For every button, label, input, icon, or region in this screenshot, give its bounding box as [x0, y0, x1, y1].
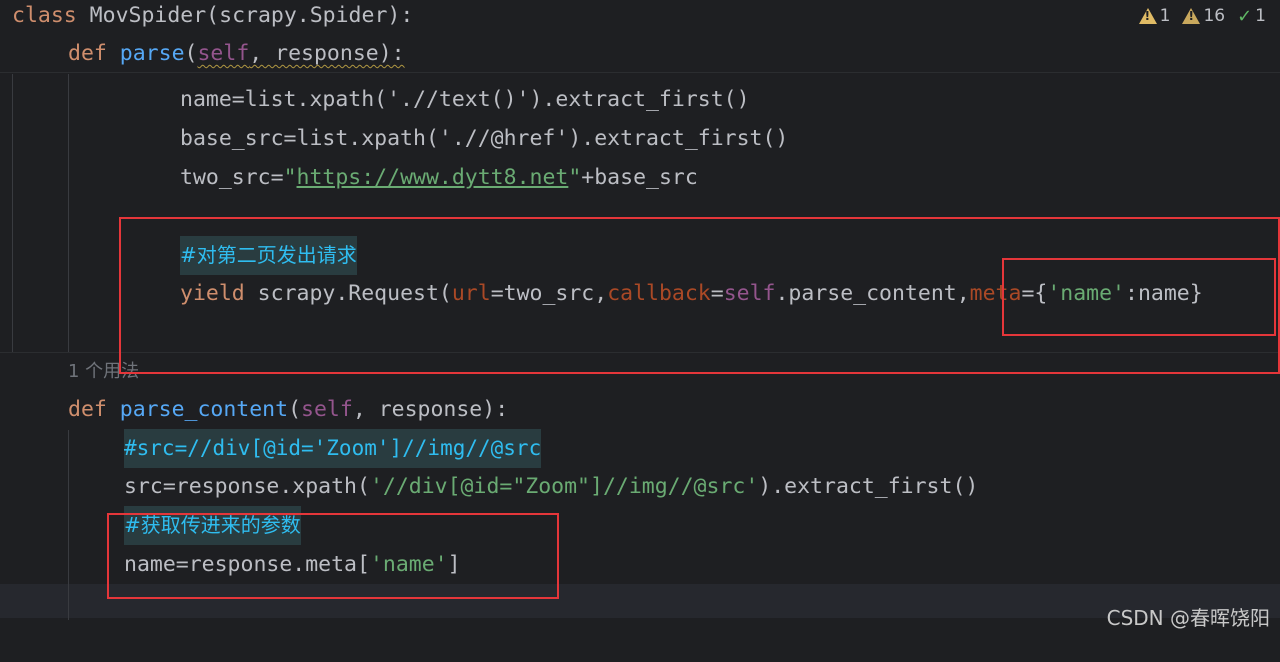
- code-line[interactable]: yield scrapy.Request(url=two_src,callbac…: [0, 274, 1203, 313]
- code-line[interactable]: name=list.xpath('.//text()').extract_fir…: [0, 80, 750, 119]
- keyword: def: [68, 41, 107, 66]
- keyword: class: [12, 3, 77, 28]
- warnings-indicator[interactable]: 1: [1138, 6, 1171, 26]
- code-line[interactable]: name=response.meta['name']: [0, 545, 461, 584]
- typos-indicator[interactable]: ✓ 1: [1237, 6, 1266, 27]
- code-text: ).extract_first(): [758, 474, 979, 499]
- code-text: (: [288, 397, 302, 422]
- self-param: self: [301, 397, 353, 422]
- string-quote: ": [283, 165, 297, 190]
- url-link[interactable]: https://www.dytt8.net: [297, 165, 569, 190]
- code-text: +base_src: [581, 165, 698, 190]
- keyword: def: [68, 397, 107, 422]
- code-line[interactable]: base_src=list.xpath('.//@href').extract_…: [0, 119, 788, 158]
- function-name: parse_content: [119, 397, 289, 422]
- indent-guide: [68, 74, 69, 352]
- code-line[interactable]: def parse(self, response):: [0, 34, 405, 73]
- inspection-widget[interactable]: 1 16 ✓ 1: [1138, 2, 1266, 30]
- code-text: name=list.xpath('.//text()').extract_fir…: [180, 87, 750, 112]
- code-text: (: [184, 41, 198, 66]
- weak-warning-icon: [1182, 8, 1201, 24]
- code-line[interactable]: #获取传进来的参数: [0, 506, 301, 545]
- weak-warnings-indicator[interactable]: 16: [1182, 6, 1225, 26]
- warning-icon: [1138, 8, 1157, 24]
- typos-count: 1: [1255, 6, 1266, 26]
- string-quote: ": [568, 165, 582, 190]
- code-text: src=response.xpath(: [124, 474, 370, 499]
- code-text: MovSpider(scrapy.Spider):: [76, 3, 414, 28]
- code-line[interactable]: class MovSpider(scrapy.Spider):: [0, 0, 413, 35]
- warnings-count: 1: [1159, 6, 1171, 26]
- highlight-box-meta: [1002, 258, 1276, 336]
- code-line[interactable]: #src=//div[@id='Zoom']//img//@src: [0, 429, 542, 468]
- code-line[interactable]: two_src="https://www.dytt8.net"+base_src: [0, 158, 698, 197]
- weak-warnings-count: 16: [1203, 6, 1226, 26]
- function-name: parse: [119, 41, 185, 66]
- code-text: , response):: [249, 41, 405, 66]
- code-text: two_src=: [180, 165, 284, 190]
- usage-hint[interactable]: 1 个用法: [0, 352, 139, 391]
- code-line[interactable]: src=response.xpath('//div[@id="Zoom"]//i…: [0, 467, 978, 506]
- code-line[interactable]: #对第二页发出请求: [0, 236, 357, 275]
- code-text: , response):: [352, 397, 509, 422]
- string-literal: '//div[@id="Zoom"]//img//@src': [369, 474, 759, 499]
- watermark: CSDN @春晖饶阳: [1106, 606, 1270, 630]
- code-text: base_src=list.xpath('.//@href').extract_…: [180, 126, 789, 151]
- check-icon: ✓: [1237, 5, 1253, 27]
- self-param: self: [197, 41, 250, 66]
- code-line[interactable]: def parse_content(self, response):: [0, 390, 508, 429]
- code-editor[interactable]: 1 16 ✓ 1 class MovSpider(scrapy.Spider):…: [0, 0, 1280, 639]
- comment: #src=//div[@id='Zoom']//img//@src: [124, 429, 542, 468]
- indent-guide: [68, 430, 69, 620]
- highlight-box-response-meta: [107, 513, 559, 599]
